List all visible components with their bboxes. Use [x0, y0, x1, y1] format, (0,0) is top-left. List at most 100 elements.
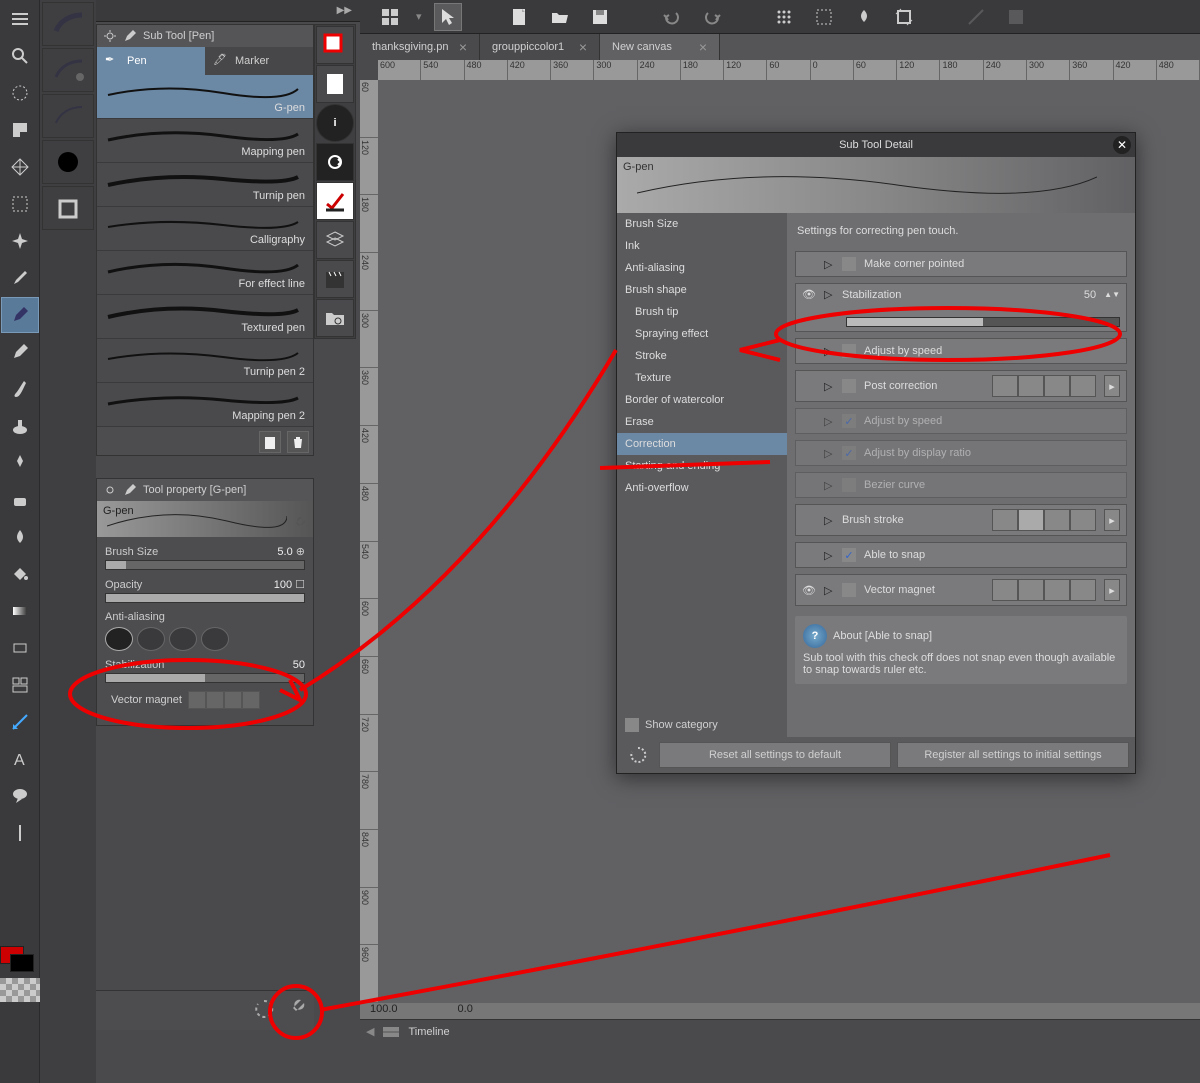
toolprop-header[interactable]: Tool property [G-pen]	[97, 479, 313, 501]
wrench-icon[interactable]	[289, 515, 307, 533]
wrench-icon[interactable]	[284, 997, 308, 1021]
category-item[interactable]: Erase	[617, 411, 787, 433]
snap-grid-icon[interactable]	[810, 3, 838, 31]
subtool-panel-header[interactable]: Sub Tool [Pen]	[97, 25, 313, 47]
tab-pen[interactable]: ✒ Pen	[97, 47, 205, 75]
document-icon[interactable]	[316, 65, 354, 103]
value[interactable]: 50	[293, 659, 305, 671]
tool-brush[interactable]	[1, 371, 39, 407]
expand-icon[interactable]: ▸	[1104, 375, 1120, 397]
close-icon[interactable]: ×	[579, 39, 587, 55]
category-item[interactable]: Brush tip	[617, 301, 787, 323]
tool-frame[interactable]	[1, 667, 39, 703]
value[interactable]: 50	[1056, 289, 1096, 301]
document-tab[interactable]: grouppiccolor1×	[480, 34, 600, 60]
close-icon[interactable]: ×	[459, 39, 467, 55]
effect-icon[interactable]	[1002, 3, 1030, 31]
tool-text[interactable]: A	[1, 741, 39, 777]
tool-decoration[interactable]	[1, 445, 39, 481]
tab-marker[interactable]: 🖊 Marker	[205, 47, 313, 75]
scroll-right-icon[interactable]: ▶▶	[337, 5, 352, 16]
subtool-item[interactable]: Mapping pen	[97, 119, 313, 163]
tool-layer-move[interactable]	[1, 149, 39, 185]
pointer-icon[interactable]	[434, 3, 462, 31]
tool-balloon[interactable]	[1, 778, 39, 814]
layers-icon[interactable]	[316, 221, 354, 259]
checkbox[interactable]	[625, 718, 639, 732]
category-item[interactable]: Anti-aliasing	[617, 257, 787, 279]
subtool-item[interactable]: Mapping pen 2	[97, 383, 313, 427]
tool-operation[interactable]	[1, 112, 39, 148]
checkbox[interactable]	[842, 257, 856, 271]
aa-option-2[interactable]	[137, 627, 165, 651]
reset-icon[interactable]	[252, 997, 276, 1021]
save-icon[interactable]	[586, 3, 614, 31]
tool-airbrush[interactable]	[1, 408, 39, 444]
aa-option-4[interactable]	[201, 627, 229, 651]
folder-search-icon[interactable]	[316, 299, 354, 337]
dialog-titlebar[interactable]: Sub Tool Detail ✕	[617, 133, 1135, 157]
transparent-color[interactable]	[0, 978, 40, 1002]
transform-icon[interactable]	[962, 3, 990, 31]
reset-spin-icon[interactable]	[623, 741, 653, 769]
crop-icon[interactable]	[890, 3, 918, 31]
tool-zoom[interactable]	[1, 38, 39, 74]
tool-menu[interactable]	[1, 1, 39, 37]
eye-icon[interactable]: 👁	[802, 288, 816, 301]
expand-icon[interactable]: ▸	[1104, 509, 1120, 531]
clapper-icon[interactable]	[316, 260, 354, 298]
row-able-snap[interactable]: ▷ Able to snap	[795, 542, 1127, 568]
prop-antialiasing[interactable]: Anti-aliasing	[105, 611, 305, 651]
prop-stabilization[interactable]: Stabilization50	[105, 659, 305, 683]
category-item[interactable]: Correction	[617, 433, 787, 455]
aa-option-3[interactable]	[169, 627, 197, 651]
new-subtool-icon[interactable]	[259, 431, 281, 453]
paint-icon[interactable]	[850, 3, 878, 31]
checkbox[interactable]	[842, 379, 856, 393]
value[interactable]: 100	[274, 579, 292, 591]
register-button[interactable]: Register all settings to initial setting…	[897, 742, 1129, 768]
brush-size-slider[interactable]	[105, 560, 305, 570]
background-color[interactable]	[10, 954, 34, 972]
brush-preset-3[interactable]	[42, 94, 94, 138]
eye-icon[interactable]: 👁	[802, 584, 816, 597]
reset-button[interactable]: Reset all settings to default	[659, 742, 891, 768]
new-file-icon[interactable]	[506, 3, 534, 31]
category-item[interactable]: Border of watercolor	[617, 389, 787, 411]
expand-icon[interactable]: ▸	[1104, 579, 1120, 601]
subtool-item[interactable]: G-pen	[97, 75, 313, 119]
category-item[interactable]: Starting and ending	[617, 455, 787, 477]
row-adjust-speed[interactable]: ▷ Adjust by speed	[795, 338, 1127, 364]
tool-marquee[interactable]	[1, 186, 39, 222]
snap-dots-icon[interactable]	[770, 3, 798, 31]
tool-gradient[interactable]	[1, 593, 39, 629]
delete-subtool-icon[interactable]	[287, 431, 309, 453]
tool-figure[interactable]	[1, 630, 39, 666]
category-item[interactable]: Spraying effect	[617, 323, 787, 345]
subtool-item[interactable]: Textured pen	[97, 295, 313, 339]
brush-preset-4[interactable]	[42, 140, 94, 184]
opacity-slider[interactable]	[105, 593, 305, 603]
close-icon[interactable]: ✕	[1113, 136, 1131, 154]
category-item[interactable]: Brush shape	[617, 279, 787, 301]
category-item[interactable]: Brush Size	[617, 213, 787, 235]
checkbox[interactable]	[842, 583, 856, 597]
document-tab[interactable]: New canvas×	[600, 34, 720, 60]
tool-pencil[interactable]	[1, 334, 39, 370]
row-post-correction[interactable]: ▷ Post correction ▸	[795, 370, 1127, 402]
row-brush-stroke[interactable]: ▷ Brush stroke ▸	[795, 504, 1127, 536]
category-item[interactable]: Anti-overflow	[617, 477, 787, 499]
color-frame-icon[interactable]	[316, 26, 354, 64]
prop-vector-magnet[interactable]: Vector magnet	[105, 691, 305, 709]
brush-preset-2[interactable]	[42, 48, 94, 92]
tool-correct-line[interactable]	[1, 815, 39, 851]
timeline-bar[interactable]: ◀ Timeline	[360, 1019, 1200, 1043]
tool-eraser[interactable]	[1, 482, 39, 518]
row-stabilization[interactable]: 👁▷ Stabilization 50▲▼	[795, 283, 1127, 332]
show-category-row[interactable]: Show category	[617, 713, 787, 737]
tool-ruler[interactable]	[1, 704, 39, 740]
redo-icon[interactable]	[698, 3, 726, 31]
document-tab[interactable]: thanksgiving.pn×	[360, 34, 480, 60]
stabilization-slider[interactable]	[846, 317, 1120, 327]
close-icon[interactable]: ×	[699, 39, 707, 55]
